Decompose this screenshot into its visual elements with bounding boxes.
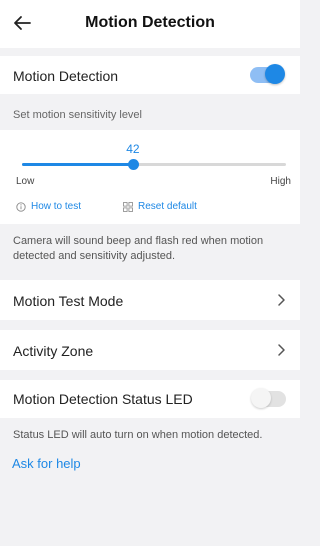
slider-thumb[interactable] (127, 159, 139, 170)
sensitivity-value: 42 (126, 142, 140, 156)
reset-default-label: Reset default (138, 201, 197, 212)
toggle-knob (265, 64, 285, 84)
activity-zone-row[interactable]: Activity Zone (0, 330, 300, 370)
slider-fill (22, 163, 133, 166)
chevron-right-icon (278, 344, 285, 356)
reset-default-link[interactable]: Reset default (123, 201, 197, 212)
status-led-toggle[interactable] (251, 388, 286, 408)
info-icon (16, 201, 26, 212)
activity-zone-label: Activity Zone (13, 343, 94, 359)
slider-min-label: Low (16, 176, 35, 187)
how-to-test-label: How to test (31, 201, 82, 212)
motion-test-mode-row[interactable]: Motion Test Mode (0, 280, 300, 320)
ask-for-help-link[interactable]: Ask for help (12, 456, 81, 471)
motion-detection-toggle[interactable] (250, 64, 285, 84)
motion-detection-row: Motion Detection (0, 56, 300, 94)
motion-test-mode-label: Motion Test Mode (13, 293, 124, 309)
sensitivity-note: Camera will sound beep and flash red whe… (13, 235, 264, 262)
how-to-test-link[interactable]: How to test (16, 201, 81, 212)
slider-max-label: High (270, 176, 291, 187)
grid-icon (123, 201, 133, 212)
status-led-label: Motion Detection Status LED (13, 391, 193, 407)
toggle-knob (251, 388, 271, 408)
sensitivity-hint: Set motion sensitivity level (13, 109, 142, 121)
status-led-row: Motion Detection Status LED (0, 380, 300, 418)
page-title: Motion Detection (85, 14, 215, 31)
chevron-right-icon (278, 294, 285, 306)
motion-detection-label: Motion Detection (13, 68, 119, 84)
sensitivity-slider[interactable] (22, 159, 286, 170)
status-led-note: Status LED will auto turn on when motion… (13, 429, 263, 441)
header-bar: Motion Detection (0, 0, 300, 48)
